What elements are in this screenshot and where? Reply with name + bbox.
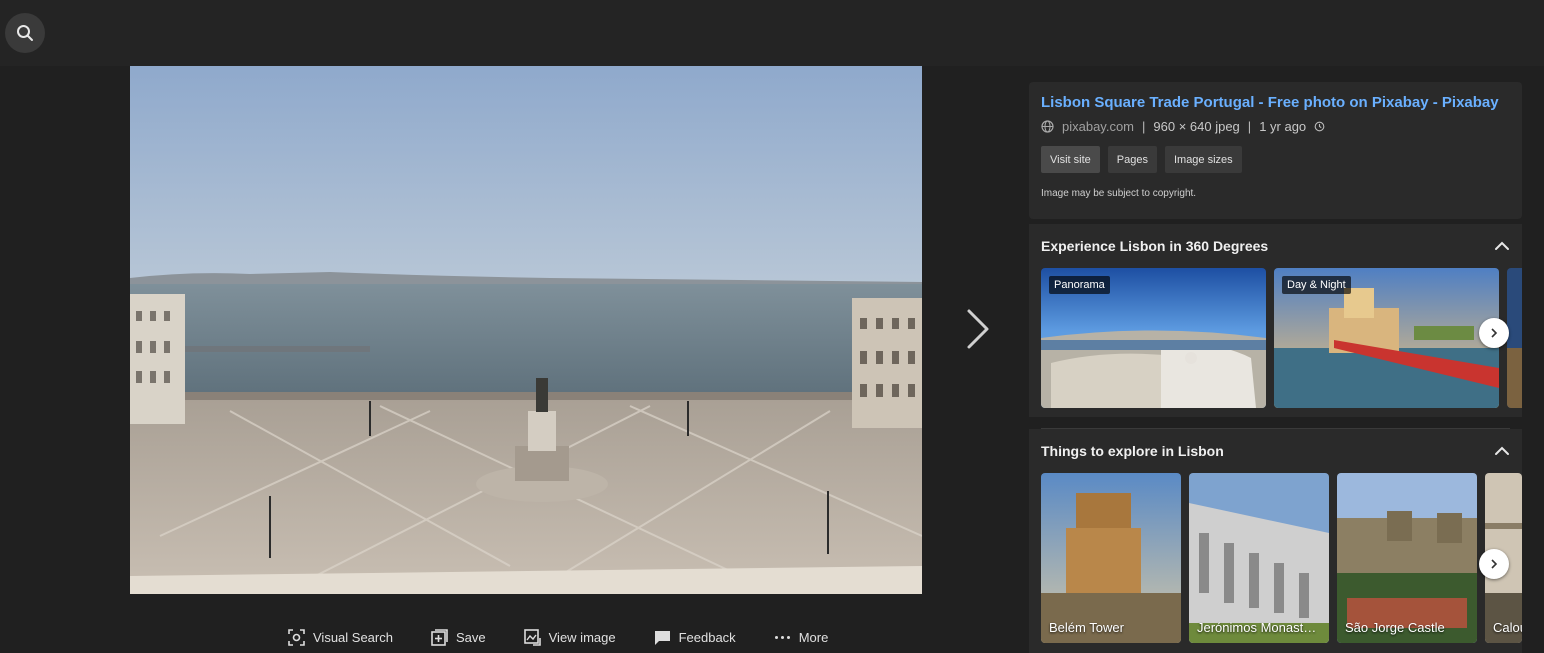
section-things-to-explore: Things to explore in Lisbon Belém Tower … bbox=[1029, 429, 1522, 653]
calouste-caption: Calou bbox=[1493, 620, 1522, 635]
main-image[interactable] bbox=[130, 66, 922, 594]
chevron-right-icon bbox=[1491, 328, 1498, 338]
image-sizes-button[interactable]: Image sizes bbox=[1164, 146, 1242, 173]
belem-tower-caption: Belém Tower bbox=[1049, 620, 1124, 635]
history-icon bbox=[1314, 121, 1325, 132]
day-night-tag: Day & Night bbox=[1282, 276, 1351, 294]
visual-search-label: Visual Search bbox=[313, 629, 393, 645]
panorama-thumbnails: Panorama Day & Night bbox=[1041, 268, 1522, 408]
more-icon bbox=[774, 635, 790, 639]
image-meta: pixabay.com | 960 × 640 jpeg | 1 yr ago bbox=[1041, 119, 1325, 134]
section1-next-button[interactable] bbox=[1479, 318, 1509, 348]
separator: | bbox=[1247, 119, 1252, 134]
save-label: Save bbox=[455, 629, 486, 645]
sao-jorge-caption: São Jorge Castle bbox=[1345, 620, 1445, 635]
chevron-up-icon[interactable] bbox=[1492, 236, 1512, 256]
save-icon bbox=[431, 628, 448, 646]
pages-button[interactable]: Pages bbox=[1107, 146, 1157, 173]
chevron-up-icon[interactable] bbox=[1492, 441, 1512, 461]
more-button[interactable]: More bbox=[774, 629, 829, 646]
globe-icon bbox=[1041, 120, 1054, 133]
next-image-arrow[interactable] bbox=[958, 304, 998, 354]
view-image-icon bbox=[523, 628, 541, 646]
source-domain[interactable]: pixabay.com bbox=[1062, 119, 1134, 134]
image-dimensions: 960 × 640 jpeg bbox=[1153, 119, 1240, 134]
thumbnail-jeronimos[interactable]: Jerónimos Monast… bbox=[1189, 473, 1329, 643]
section2-next-button[interactable] bbox=[1479, 549, 1509, 579]
thumbnail-partial[interactable] bbox=[1507, 268, 1522, 408]
more-label: More bbox=[798, 629, 829, 645]
thumbnail-belem-tower[interactable]: Belém Tower bbox=[1041, 473, 1181, 643]
section-360-degrees: Experience Lisbon in 360 Degrees Panoram… bbox=[1029, 224, 1522, 417]
view-image-button[interactable]: View image bbox=[523, 628, 616, 646]
thumbnail-sao-jorge-castle[interactable]: São Jorge Castle bbox=[1337, 473, 1477, 643]
feedback-button[interactable]: Feedback bbox=[654, 629, 736, 646]
panorama-tag: Panorama bbox=[1049, 276, 1110, 294]
search-icon[interactable] bbox=[5, 13, 45, 53]
detail-buttons: Visit site Pages Image sizes bbox=[1041, 146, 1242, 173]
explore-thumbnails: Belém Tower Jerónimos Monast… São Jorge … bbox=[1041, 473, 1522, 643]
copyright-notice: Image may be subject to copyright. bbox=[1041, 188, 1197, 199]
top-bar bbox=[0, 0, 1544, 66]
visual-search-icon bbox=[288, 628, 305, 646]
view-image-label: View image bbox=[548, 629, 616, 645]
visual-search-button[interactable]: Visual Search bbox=[288, 628, 393, 646]
section-title: Things to explore in Lisbon bbox=[1041, 443, 1224, 459]
thumbnail-panorama[interactable]: Panorama bbox=[1041, 268, 1266, 408]
feedback-icon bbox=[654, 630, 670, 645]
feedback-label: Feedback bbox=[678, 629, 736, 645]
section-title: Experience Lisbon in 360 Degrees bbox=[1041, 238, 1269, 254]
jeronimos-caption: Jerónimos Monast… bbox=[1197, 620, 1317, 635]
image-details-card: Lisbon Square Trade Portugal - Free phot… bbox=[1029, 82, 1522, 219]
image-age: 1 yr ago bbox=[1259, 119, 1307, 134]
separator: | bbox=[1142, 119, 1146, 134]
thumbnail-day-night[interactable]: Day & Night bbox=[1274, 268, 1499, 408]
chevron-right-icon bbox=[1491, 559, 1498, 569]
save-button[interactable]: Save bbox=[431, 628, 486, 646]
image-actions-bar: Visual Search Save View image Feedback M… bbox=[288, 622, 866, 652]
image-title-link[interactable]: Lisbon Square Trade Portugal - Free phot… bbox=[1041, 94, 1499, 111]
visit-site-button[interactable]: Visit site bbox=[1041, 146, 1100, 173]
